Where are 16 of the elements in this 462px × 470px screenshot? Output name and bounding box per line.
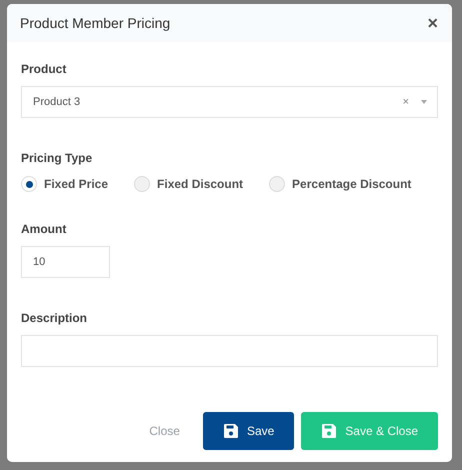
product-select[interactable]: Product 3 × bbox=[21, 86, 438, 118]
save-button[interactable]: Save bbox=[202, 412, 294, 450]
description-field[interactable] bbox=[21, 335, 438, 367]
modal-title: Product Member Pricing bbox=[20, 14, 170, 33]
caret-icon bbox=[421, 100, 427, 104]
field-label: Pricing Type bbox=[21, 150, 94, 167]
radio-option[interactable]: Fixed Discount bbox=[134, 175, 244, 193]
clear-icon[interactable]: × bbox=[402, 94, 409, 110]
field-label: Description bbox=[21, 310, 88, 327]
save-icon bbox=[321, 423, 338, 439]
radio-option[interactable]: Fixed Price bbox=[21, 175, 108, 193]
field-label: Amount bbox=[21, 221, 68, 238]
field-label: Product bbox=[21, 61, 68, 78]
radio-option[interactable]: Percentage Discount bbox=[269, 175, 412, 193]
save-icon bbox=[222, 423, 239, 439]
amount-field[interactable]: 10 bbox=[21, 246, 110, 278]
